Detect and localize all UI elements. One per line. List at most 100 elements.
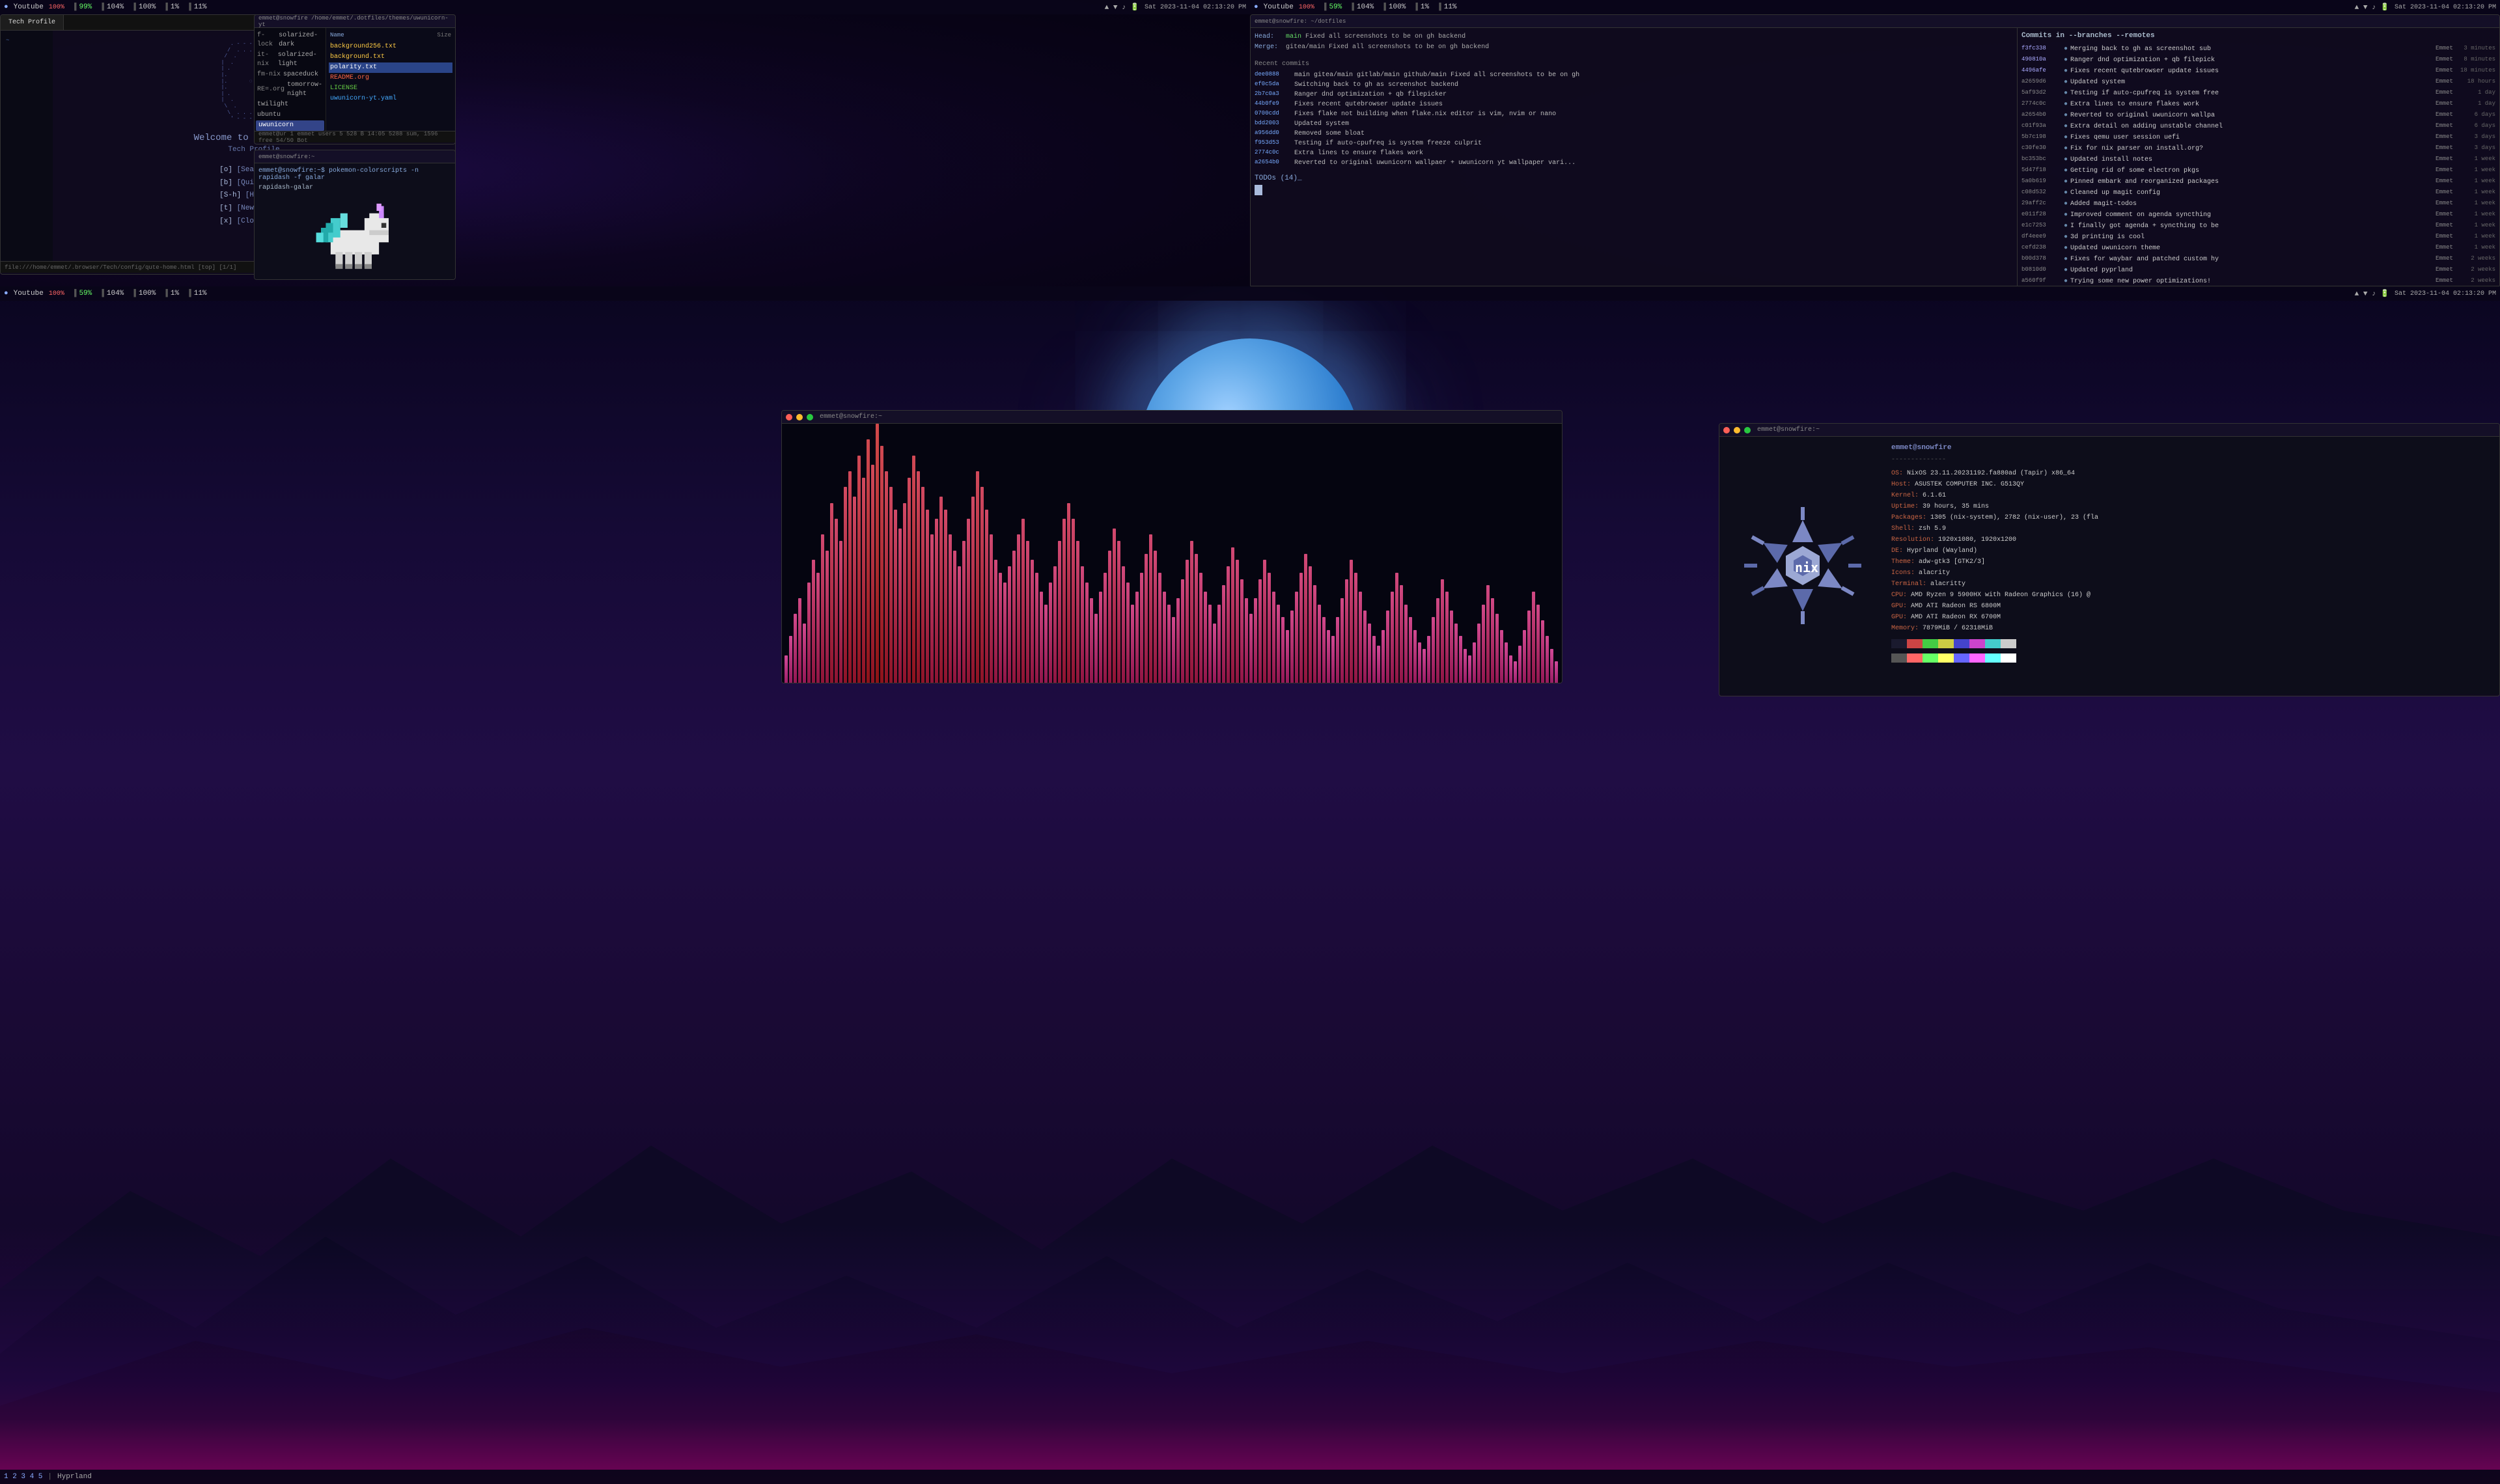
viz-bar-166 xyxy=(1541,620,1544,683)
viz-bar-145 xyxy=(1445,592,1449,683)
rc-row-5: 0700cddFixes flake not building when fla… xyxy=(1255,109,2013,119)
filemgr-body: f-locksolarized-dark it-nixsolarized-lig… xyxy=(255,28,455,131)
viz-bar-31 xyxy=(926,510,929,683)
todos-cursor[interactable]: TODOs (14)_ xyxy=(1255,174,2013,182)
rc-row-9: 2774c0cExtra lines to ensure flakes work xyxy=(1255,148,2013,158)
viz-bar-29 xyxy=(917,471,920,683)
nf-max-btn[interactable] xyxy=(1744,427,1751,433)
viz-bar-43 xyxy=(980,487,984,683)
viz-bar-161 xyxy=(1518,646,1521,683)
gitlog-title-text: emmet@snowfire: ~/dotfiles xyxy=(1255,18,1346,25)
viz-bar-7 xyxy=(816,573,820,683)
nf-logo: nix xyxy=(1725,442,1881,689)
viz-bar-153 xyxy=(1482,605,1485,683)
viz-bar-103 xyxy=(1254,598,1257,683)
commit-row-16: e011f28 ● Improved comment on agenda syn… xyxy=(2021,210,2495,221)
nf-os: OS: NixOS 23.11.20231192.fa880ad (Tapir)… xyxy=(1891,468,2494,479)
nf-shell: Shell: zsh 5.9 xyxy=(1891,523,2494,534)
viz-bar-59 xyxy=(1053,566,1057,683)
tb-rtag-4: 100% xyxy=(1389,3,1406,11)
viz-bar-73 xyxy=(1117,541,1120,683)
tb-app-icon-bottom: ● xyxy=(4,290,8,297)
viz-bar-79 xyxy=(1145,554,1148,683)
viz-bar-106 xyxy=(1268,573,1271,683)
file-yaml[interactable]: uwunicorn-yt.yaml xyxy=(329,94,452,104)
viz-bar-151 xyxy=(1473,642,1476,683)
nf-close-btn[interactable] xyxy=(1723,427,1730,433)
git-right-panel: Commits in --branches --remotes f3fc338 … xyxy=(2018,28,2499,286)
neofetch-window: emmet@snowfire:~ xyxy=(1719,423,2500,696)
bs-status-text: Hyprland xyxy=(57,1473,92,1481)
commit-row-10: c30fe30 ● Fix for nix parser on install.… xyxy=(2021,143,2495,154)
viz-bar-157 xyxy=(1500,630,1503,683)
commit-row-9: 5b7c198 ● Fixes qemu user session uefi E… xyxy=(2021,132,2495,143)
tb-btag-3: 104% xyxy=(107,290,124,297)
sidebar-flock[interactable]: f-locksolarized-dark xyxy=(256,31,324,50)
file-readme[interactable]: README.org xyxy=(329,73,452,83)
viz-bar-121 xyxy=(1336,617,1339,683)
viz-bar-167 xyxy=(1546,636,1549,683)
rc-row-4: 44b0fe9Fixes recent qutebrowser update i… xyxy=(1255,100,2013,109)
viz-bar-40 xyxy=(967,519,970,683)
sidebar-fmnix[interactable]: fm-nixspaceduck xyxy=(256,70,324,80)
tb-rtag-2: 59% xyxy=(1329,3,1342,11)
viz-bar-136 xyxy=(1404,605,1408,683)
commit-row-21: b0810d0 ● Updated pyprland Emmet 2 weeks xyxy=(2021,265,2495,276)
viz-bar-8 xyxy=(821,534,824,683)
viz-bar-155 xyxy=(1491,598,1494,683)
sidebar-itnix[interactable]: it-nixsolarized-light xyxy=(256,50,324,70)
viz-bar-101 xyxy=(1245,598,1248,683)
sidebar-twilight[interactable]: twilight xyxy=(256,100,324,110)
sidebar-reorg[interactable]: RE=.orgtomorrow-night xyxy=(256,80,324,100)
viz-bar-138 xyxy=(1413,630,1417,683)
viz-bar-87 xyxy=(1181,579,1184,683)
tb-tag-3: 104% xyxy=(107,3,124,11)
nf-title-label: emmet@snowfire:~ xyxy=(1757,426,1820,433)
file-bg[interactable]: background.txt xyxy=(329,52,452,62)
commit-row-13: 5a0b619 ● Pinned embark and reorganized … xyxy=(2021,176,2495,187)
viz-bar-81 xyxy=(1154,551,1157,683)
viz-bar-99 xyxy=(1236,560,1239,683)
viz-bar-48 xyxy=(1003,583,1007,683)
rc-row-6: bdd2003Updated system xyxy=(1255,119,2013,129)
filemgr-titlebar: emmet@snowfire /home/emmet/.dotfiles/the… xyxy=(255,15,455,28)
viz-min-btn[interactable] xyxy=(796,414,803,420)
viz-bar-160 xyxy=(1514,661,1517,683)
nav-home[interactable]: ~ xyxy=(3,36,50,45)
viz-max-btn[interactable] xyxy=(807,414,813,420)
commit-row-18: df4eee9 ● 3d printing is cool Emmet 1 we… xyxy=(2021,232,2495,243)
viz-bar-164 xyxy=(1532,592,1535,683)
commit-row-6: 2774c0c ● Extra lines to ensure flakes w… xyxy=(2021,99,2495,110)
file-bg256[interactable]: background256.txt xyxy=(329,42,452,52)
viz-bar-105 xyxy=(1263,560,1266,683)
pokemon-prompt-text: emmet@snowfire:~$ xyxy=(258,167,329,174)
viz-bar-135 xyxy=(1400,585,1403,683)
nf-terminal: Terminal: alacritty xyxy=(1891,579,2494,590)
file-polarity[interactable]: polarity.txt xyxy=(329,62,452,73)
commit-row-17: e1c7253 ● I finally got agenda + syncthi… xyxy=(2021,221,2495,232)
gitlog-window: emmet@snowfire: ~/dotfiles Head: main Fi… xyxy=(1250,14,2500,288)
viz-bar-38 xyxy=(958,566,961,683)
bottom-statusbar: 1 2 3 4 5 | Hyprland xyxy=(0,1470,2500,1484)
commit-row-1: f3fc338 ● Merging back to gh as screensh… xyxy=(2021,44,2495,55)
nf-packages: Packages: 1305 (nix-system), 2782 (nix-u… xyxy=(1891,512,2494,523)
viz-title-label: emmet@snowfire:~ xyxy=(820,413,882,420)
file-license[interactable]: LICENSE xyxy=(329,83,452,94)
viz-bar-49 xyxy=(1008,566,1011,683)
qute-tab-tech[interactable]: Tech Profile xyxy=(1,15,64,30)
sidebar-ubuntu[interactable]: ubuntu xyxy=(256,110,324,120)
viz-bar-117 xyxy=(1318,605,1321,683)
sidebar-uwunicorn[interactable]: uwunicorn xyxy=(256,120,324,131)
nf-min-btn[interactable] xyxy=(1734,427,1740,433)
git-left-panel: Head: main Fixed all screenshots to be o… xyxy=(1251,28,2018,286)
viz-bar-60 xyxy=(1058,541,1061,683)
tb-time-bottom: Sat 2023-11-04 02:13:20 PM xyxy=(2395,290,2496,297)
viz-bar-15 xyxy=(853,497,856,683)
viz-close-btn[interactable] xyxy=(786,414,792,420)
viz-bar-55 xyxy=(1035,573,1038,683)
swatch-12 xyxy=(1938,653,1954,663)
viz-bar-36 xyxy=(949,534,952,683)
nf-color-swatches xyxy=(1891,639,2494,648)
viz-bar-119 xyxy=(1327,630,1330,683)
tb-btag-2: 59% xyxy=(79,290,92,297)
